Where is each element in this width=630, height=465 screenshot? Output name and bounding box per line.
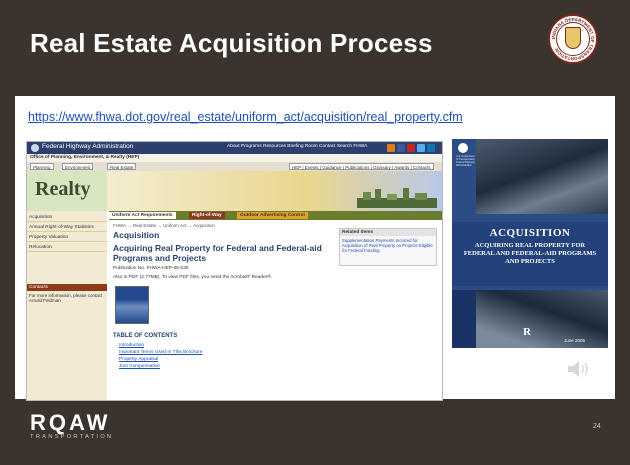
cover-letter: R [523, 326, 531, 338]
slide-title: Real Estate Acquisition Process [30, 28, 433, 58]
tab-right-of-way[interactable]: Right-of-Way [189, 212, 225, 219]
banner-title: Realty [35, 178, 91, 200]
realty-banner: Realty [27, 171, 442, 211]
cover-subtitle: ACQUIRING REAL PROPERTY FOR FEDERAL AND … [463, 242, 597, 265]
toc-title: TABLE OF CONTENTS [113, 333, 178, 339]
twitter-icon [417, 144, 425, 152]
webpage-screenshot: Federal Highway Administration About Pro… [26, 141, 443, 401]
sidebar-item-valuation[interactable]: Property Valuation [27, 233, 107, 242]
pdf-note[interactable]: Also in PDF (2.77MB). To view PDF files,… [113, 275, 272, 280]
cover-date: June 2005 [564, 338, 586, 343]
related-items-box: Related Items Supplementation Payments I… [339, 228, 437, 266]
breadcrumb: FHWA → Real Estate → Uniform Act → Acqui… [113, 223, 215, 228]
indot-seal-icon: INDIANA DEPARTMENT OF TRANSPORTATION [548, 14, 598, 64]
agency-name: Federal Highway Administration [42, 143, 134, 150]
rss-icon [387, 144, 395, 152]
cover-logo-caption: U.S. Department of Transportation Federa… [456, 155, 475, 167]
tab-planning[interactable]: Planning [30, 163, 54, 170]
top-links: About Programs Resources Briefing Room C… [227, 144, 368, 149]
cover-side-panel [452, 290, 476, 348]
toc-item-compensation[interactable]: Just Compensation [119, 364, 160, 369]
linkedin-icon [427, 144, 435, 152]
cover-photo-highway [476, 139, 608, 214]
sidebar-item-statistics[interactable]: Annual Right-of-Way Statistics [27, 223, 107, 232]
skyline-graphic [357, 188, 437, 208]
office-label: Office of Planning, Environment, & Realt… [27, 154, 442, 162]
page-heading: Acquisition [113, 230, 160, 240]
speaker-icon[interactable] [566, 358, 592, 380]
cover-photo-buildings [476, 290, 608, 348]
related-title: Related Items [340, 229, 436, 236]
svg-text:RQAW: RQAW [30, 410, 110, 435]
sidebar-contacts: Contacts [27, 284, 107, 291]
fhwa-link[interactable]: https://www.fhwa.dot.gov/real_estate/uni… [28, 110, 463, 124]
tab-uniform-act[interactable]: Uniform Act Requirements [109, 212, 176, 219]
brochure-cover: U.S. Department of Transportation Federa… [452, 139, 608, 348]
page-number: 24 [593, 423, 601, 430]
section-tabs: Planning Environment Real Estate HEP | E… [27, 162, 442, 171]
right-tabs[interactable]: HEP | Events | Guidance | Publications |… [289, 163, 434, 170]
tab-real-estate[interactable]: Real Estate [107, 163, 137, 170]
subtab-bar: Uniform Act Requirements Right-of-Way Ou… [109, 211, 442, 220]
tab-environment[interactable]: Environment [62, 163, 94, 170]
dot-logo-icon [31, 144, 39, 152]
publication-number: Publication No. FHWA-HEP-05-030 [113, 266, 189, 271]
tab-outdoor-advertising[interactable]: Outdoor Advertising Control [237, 212, 308, 219]
seal-shield-icon [565, 27, 581, 49]
brochure-thumbnail[interactable] [115, 286, 149, 324]
youtube-icon [407, 144, 415, 152]
dot-logo-icon [458, 143, 468, 153]
footer-tagline: TRANSPORTATION [30, 434, 114, 440]
page-title: Acquiring Real Property for Federal and … [113, 243, 322, 263]
sidebar-item-acquisition[interactable]: Acquisition [27, 213, 107, 222]
related-link[interactable]: Supplementation Payments Incurred for Ac… [342, 238, 434, 253]
fhwa-top-bar: Federal Highway Administration About Pro… [27, 142, 442, 154]
facebook-icon [397, 144, 405, 152]
toc-item-appraisal[interactable]: Property Appraisal [119, 357, 158, 362]
page-sidebar: Acquisition Annual Right-of-Way Statisti… [27, 211, 107, 400]
toc-item-introduction[interactable]: Introduction [119, 343, 144, 348]
sidebar-item-relocation[interactable]: Relocation [27, 243, 107, 252]
slide: Real Estate Acquisition Process INDIANA … [0, 0, 630, 465]
cover-title: ACQUISITION [489, 227, 571, 239]
slide-content: https://www.fhwa.dot.gov/real_estate/uni… [15, 96, 615, 401]
sidebar-note: For more information, please contact Arn… [29, 293, 103, 304]
slide-header: Real Estate Acquisition Process INDIANA … [0, 0, 630, 78]
toc-item-terms[interactable]: Important Terms Used In This Brochure [119, 350, 203, 355]
